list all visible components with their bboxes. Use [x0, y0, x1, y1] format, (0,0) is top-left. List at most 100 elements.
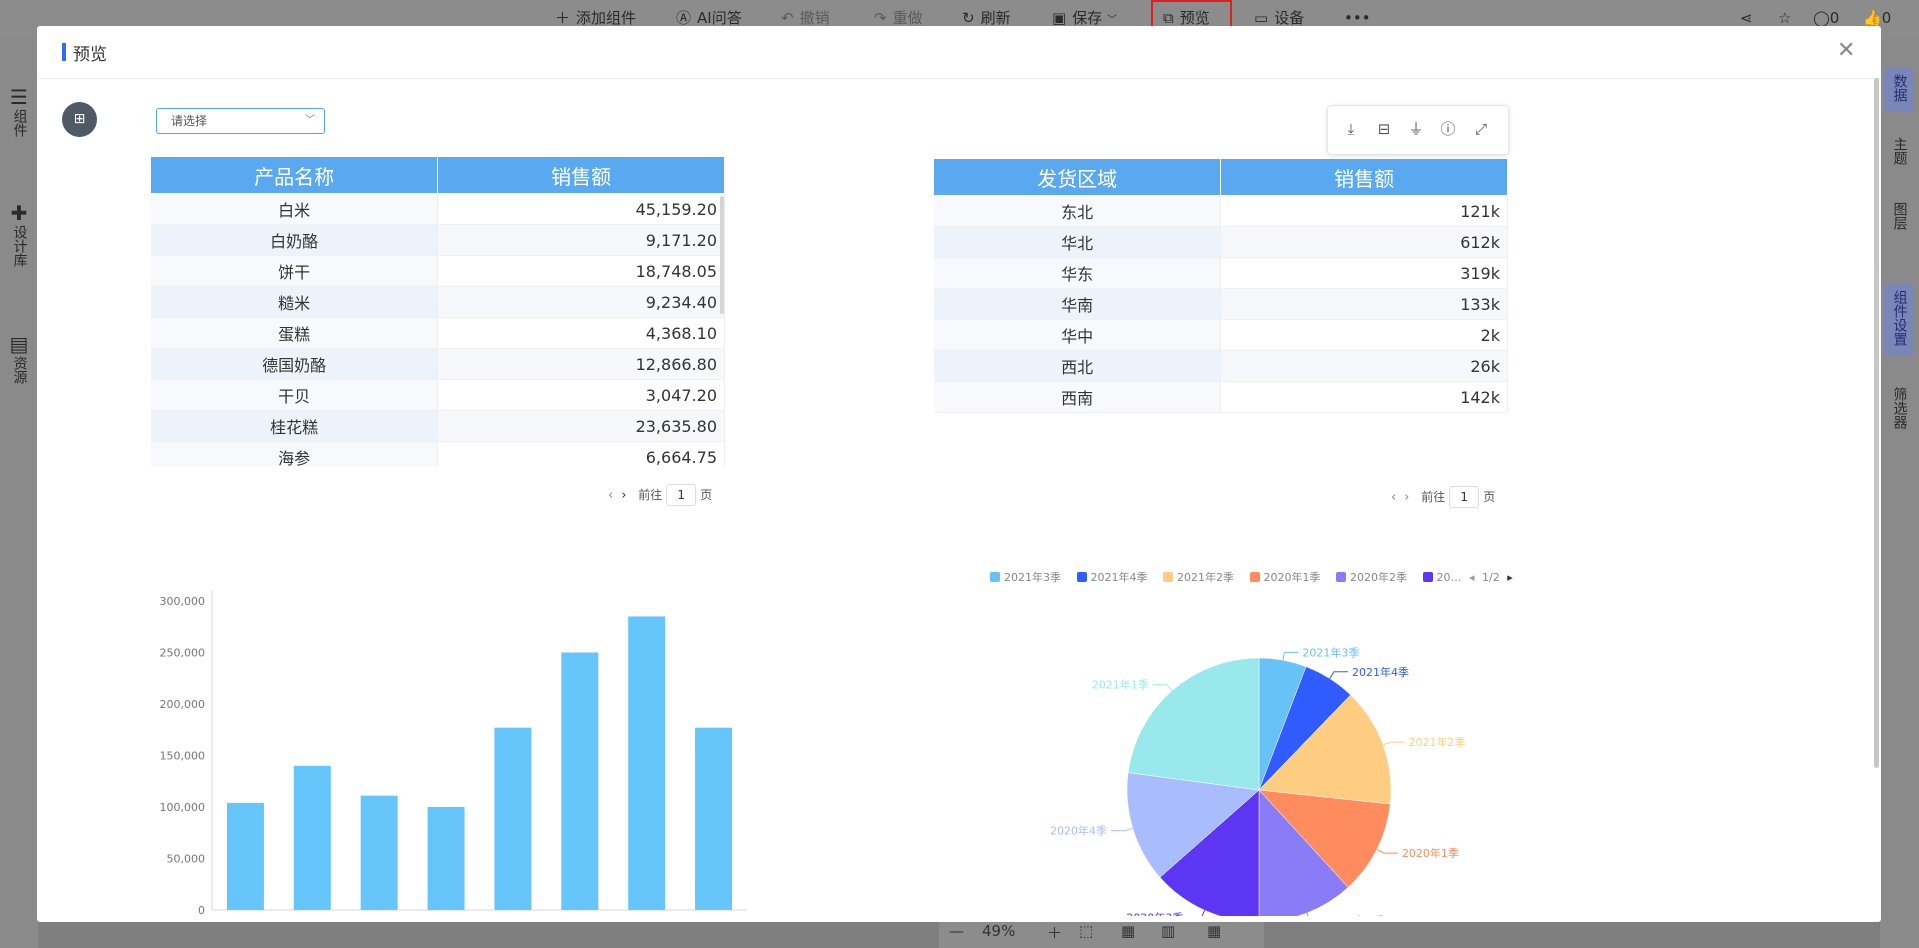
- table-cell: 白奶酪: [151, 224, 439, 256]
- region-sales-table: 发货区域 销售额 东北 121k 华北 612k 华东 319k 华南 133k 华中 2…: [934, 159, 1508, 416]
- table-row: 华北 612k: [934, 226, 1508, 258]
- table-cell: 18,748.05: [437, 255, 725, 287]
- table-cell: 华南: [934, 288, 1222, 320]
- next-page-icon[interactable]: ›: [621, 488, 626, 503]
- column-header[interactable]: 销售额: [437, 157, 725, 194]
- column-header[interactable]: 发货区域: [934, 159, 1222, 196]
- table-row: 西北 26k: [934, 350, 1508, 382]
- x-tick-label: 肉/家禽: [695, 915, 732, 916]
- comment-icon: ◯: [1813, 9, 1830, 27]
- prev-page-icon[interactable]: ‹: [1391, 490, 1396, 505]
- next-page-icon[interactable]: ›: [1404, 490, 1409, 505]
- table-row: 华中 2k: [934, 319, 1508, 351]
- thumb-up-icon: 👍: [1863, 9, 1882, 27]
- page-input[interactable]: 1: [1449, 486, 1480, 508]
- page-input[interactable]: 1: [666, 484, 697, 506]
- y-tick-label: 150,000: [160, 750, 206, 763]
- right-tab-theme[interactable]: 主题: [1884, 137, 1914, 169]
- column-header[interactable]: 产品名称: [151, 157, 439, 194]
- download-icon[interactable]: ⤓: [1340, 118, 1362, 140]
- pie-label-line: [1329, 671, 1349, 679]
- right-tab-filters[interactable]: 筛选器: [1884, 387, 1914, 433]
- pie-label-line: [1376, 849, 1398, 854]
- table-row: 西南 142k: [934, 381, 1508, 413]
- legend-item[interactable]: 2020年2季: [1336, 569, 1407, 585]
- x-tick-label: 谷类/麦片: [422, 915, 470, 916]
- legend-swatch: [990, 572, 1000, 582]
- chevron-down-icon: ﹀: [1106, 15, 1117, 26]
- table-icon[interactable]: ▦: [1207, 922, 1221, 940]
- table-scrollbar[interactable]: [720, 196, 724, 314]
- table-cell: 26k: [1220, 350, 1508, 382]
- column-header[interactable]: 销售额: [1220, 159, 1508, 196]
- table-cell: 133k: [1220, 288, 1508, 320]
- legend-prev-icon[interactable]: ◂: [1469, 571, 1475, 584]
- rail-item-resources[interactable]: ▤ 资源: [6, 334, 32, 388]
- bar: [427, 807, 465, 910]
- modal-scrollbar[interactable]: [1874, 78, 1879, 768]
- pie-label: 2021年3季: [1302, 645, 1359, 659]
- x-tick-label: 特制品: [229, 915, 262, 916]
- pie-legend: 2021年3季 2021年4季 2021年2季 2020年1季 2020年2季 …: [990, 569, 1513, 587]
- layout-icon[interactable]: ▥: [1161, 922, 1175, 940]
- right-rail: [1880, 38, 1919, 948]
- bar: [360, 795, 398, 910]
- table-cell: 德国奶酪: [151, 348, 439, 380]
- fullscreen-icon[interactable]: ⤢: [1470, 118, 1492, 140]
- drill-icon[interactable]: ⊟: [1373, 118, 1395, 140]
- legend-item[interactable]: 2020年1季: [1249, 569, 1321, 585]
- table2-pager: ‹ › 前往 1 页: [1391, 486, 1495, 508]
- table-cell: 4,368.10: [437, 317, 725, 349]
- pie-label-line: [1201, 910, 1206, 916]
- zoom-in-icon[interactable]: ＋: [1047, 922, 1062, 943]
- table-cell: 6,664.75: [437, 441, 725, 466]
- table-cell: 3,047.20: [437, 379, 725, 411]
- filter-icon[interactable]: ⏚: [1405, 118, 1427, 140]
- bar: [226, 802, 264, 910]
- right-tab-data[interactable]: 数据: [1884, 68, 1914, 112]
- legend-next-icon[interactable]: ▸: [1507, 571, 1513, 584]
- pie-label: 2020年2季: [1328, 913, 1385, 916]
- chevron-down-icon: ﹀: [305, 115, 315, 126]
- fit-icon[interactable]: ⬚: [1079, 922, 1093, 940]
- title-accent: [62, 43, 66, 61]
- close-icon[interactable]: ✕: [1837, 38, 1855, 63]
- rail-item-components[interactable]: ☰ 组件: [6, 87, 32, 141]
- right-tab-component-settings[interactable]: 组件设置: [1884, 284, 1914, 356]
- legend-item[interactable]: 2021年3季: [990, 569, 1061, 585]
- table-cell: 饼干: [151, 255, 439, 287]
- table-cell: 121k: [1220, 195, 1508, 227]
- legend-page: 1/2: [1482, 571, 1500, 584]
- zoom-out-icon[interactable]: —: [949, 922, 964, 940]
- pie-label: 2021年2季: [1409, 735, 1466, 749]
- table-cell: 西北: [934, 350, 1222, 382]
- grid-menu-button[interactable]: ⊞: [62, 102, 97, 137]
- grid-snap-icon[interactable]: ▦: [1121, 922, 1135, 940]
- legend-item[interactable]: 2021年2季: [1163, 569, 1234, 585]
- bar: [494, 727, 532, 910]
- pie-label-line: [1111, 827, 1133, 832]
- right-tab-layers[interactable]: 图层: [1884, 202, 1914, 234]
- pie-label: 2020年4季: [1050, 824, 1107, 838]
- component-toolbar: ⤓ ⊟ ⏚ ⓘ ⤢: [1327, 105, 1509, 155]
- table-row: 德国奶酪 12,866.80: [151, 348, 725, 380]
- table-cell: 12,866.80: [437, 348, 725, 380]
- table-cell: 9,171.20: [437, 224, 725, 256]
- prev-page-icon[interactable]: ‹: [608, 488, 613, 503]
- bar: [293, 765, 331, 910]
- table-row: 东北 121k: [934, 195, 1508, 227]
- info-icon[interactable]: ⓘ: [1437, 118, 1459, 140]
- table1-pager: ‹ › 前往 1 页: [608, 484, 712, 506]
- pie-label: 2020年3季: [1126, 911, 1183, 916]
- y-tick-label: 50,000: [167, 853, 206, 866]
- y-tick-label: 0: [198, 904, 205, 916]
- table-cell: 海参: [151, 441, 439, 466]
- y-tick-label: 300,000: [160, 595, 206, 608]
- filter-select[interactable]: 请选择 ﹀: [156, 108, 325, 134]
- legend-item[interactable]: 20…: [1422, 571, 1462, 584]
- legend-item[interactable]: 2021年4季: [1076, 569, 1148, 585]
- table-cell: 白米: [151, 193, 439, 225]
- rail-item-design-library[interactable]: ✚ 设计库: [6, 203, 32, 271]
- pie-chart: 2021年3季 2021年4季 2021年2季 2020年1季 2020年2季 2020年…: [1050, 645, 1466, 916]
- pie-label: 2021年4季: [1352, 665, 1409, 679]
